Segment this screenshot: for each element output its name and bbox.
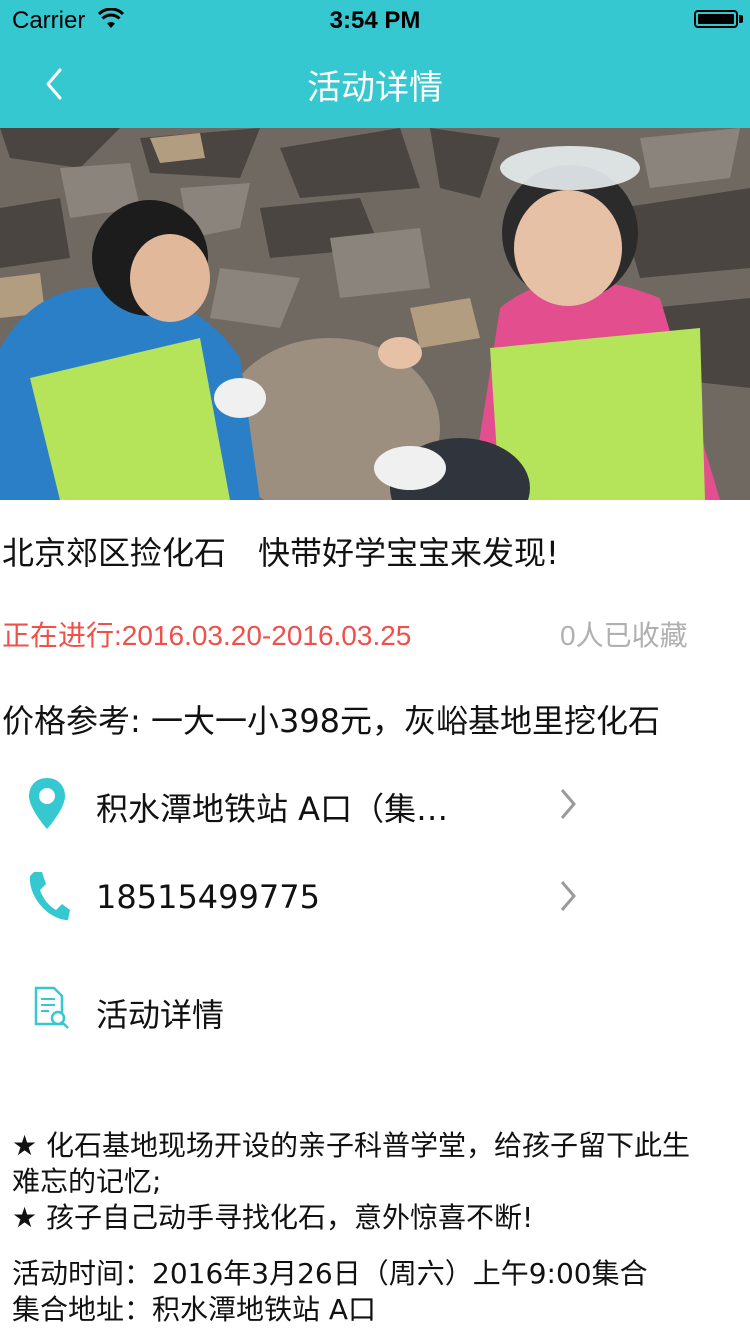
battery-tip (739, 15, 743, 23)
activity-title: 北京郊区捡化石 快带好学宝宝来发现! (2, 534, 559, 572)
phone-row[interactable]: 18515499775 (0, 852, 750, 940)
location-label: 积水潭地铁站 A口（集… (96, 790, 449, 828)
event-time: 活动时间：2016年3月26日（周六）上午9:00集合 (12, 1257, 648, 1290)
document-search-icon (34, 986, 69, 1029)
chevron-right-icon (560, 881, 576, 911)
description-line: ★ 化石基地现场开设的亲子科普学堂，给孩子留下此生 (12, 1129, 691, 1162)
location-row[interactable]: 积水潭地铁站 A口（集… (0, 760, 750, 848)
nav-bar: 活动详情 (0, 40, 750, 128)
description-line: ★ 孩子自己动手寻找化石，意外惊喜不断! (12, 1201, 534, 1234)
location-pin-icon (29, 778, 65, 829)
chevron-right-icon (560, 789, 576, 819)
activity-date: 正在进行:2016.03.20-2016.03.25 (2, 620, 412, 651)
phone-icon (29, 872, 70, 920)
activity-hero-image (0, 128, 750, 500)
event-address: 集合地址：积水潭地铁站 A口 (12, 1293, 377, 1326)
phone-number[interactable]: 18515499775 (96, 878, 320, 916)
details-section-title: 活动详情 (96, 996, 225, 1034)
page-title: 活动详情 (307, 68, 443, 108)
favorite-count: 0人已收藏 (560, 620, 688, 651)
battery-icon (694, 10, 738, 28)
clock: 3:54 PM (329, 7, 421, 34)
description-line: 难忘的记忆; (12, 1165, 162, 1198)
details-row: 活动详情 (0, 962, 750, 1050)
price-info: 价格参考: 一大一小398元，灰峪基地里挖化石 (2, 702, 661, 740)
status-bar: Carrier 3:54 PM (0, 0, 750, 40)
